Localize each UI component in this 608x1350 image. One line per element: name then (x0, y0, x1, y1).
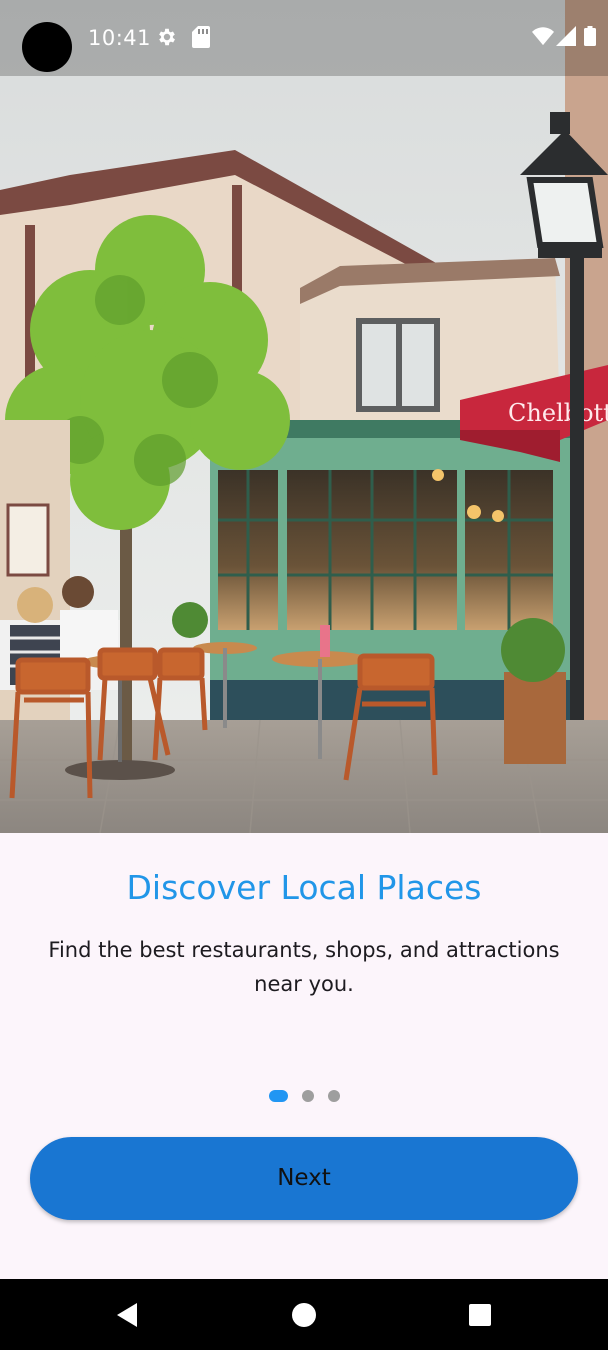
status-time: 10:41 (88, 26, 152, 50)
status-bar: 10:41 (0, 0, 608, 76)
hero-image: Chelbotti (0, 0, 608, 833)
page-indicator (0, 1089, 608, 1103)
onboarding-description: Find the best restaurants, shops, and at… (48, 938, 560, 996)
cell-signal-icon (556, 26, 576, 46)
onboarding-screen: Chelbotti (0, 0, 608, 1350)
page-dot-2 (301, 1090, 314, 1102)
back-icon[interactable] (113, 1301, 141, 1329)
navigation-bar (0, 1279, 608, 1350)
camera-cutout (22, 22, 72, 72)
sd-card-icon (192, 26, 210, 48)
awning-sign-text: Chelbotti (508, 399, 608, 427)
cafe-street-photo: Chelbotti (0, 0, 608, 833)
settings-icon (159, 28, 175, 46)
battery-icon (584, 26, 596, 46)
home-icon[interactable] (290, 1301, 318, 1329)
recents-icon[interactable] (466, 1301, 494, 1329)
page-dot-1 (268, 1090, 288, 1102)
wifi-icon (532, 27, 554, 46)
onboarding-content: Discover Local Places Find the best rest… (0, 833, 608, 1279)
next-button[interactable]: Next (30, 1137, 578, 1220)
page-dot-3 (327, 1090, 340, 1102)
onboarding-title: Discover Local Places (126, 868, 482, 907)
